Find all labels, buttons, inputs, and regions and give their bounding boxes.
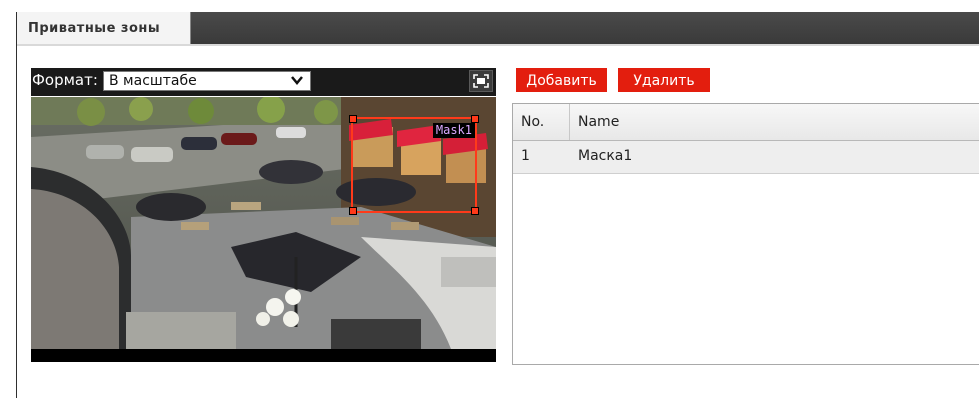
tab-bar: Приватные зоны: [17, 12, 979, 44]
tab-underline: [17, 44, 979, 46]
fullscreen-icon: [473, 74, 489, 88]
cell-no: 1: [521, 148, 530, 164]
mask-handle-bottom-right[interactable]: [471, 207, 479, 215]
mask-handle-top-left[interactable]: [349, 115, 357, 123]
fullscreen-button[interactable]: [469, 70, 493, 92]
column-header-no: No.: [521, 114, 545, 130]
mask-handle-bottom-left[interactable]: [349, 207, 357, 215]
camera-video-view[interactable]: Mask1: [31, 97, 496, 362]
column-separator: [569, 104, 570, 140]
video-toolbar: Формат: В масштабе: [31, 68, 496, 96]
mask-overlay-label: Mask1: [432, 123, 475, 138]
chevron-down-icon: [291, 76, 303, 85]
table-header: No. Name: [513, 104, 979, 141]
page-frame-border: [16, 12, 17, 398]
add-mask-button[interactable]: Добавить: [516, 68, 607, 92]
mask-handle-top-right[interactable]: [471, 115, 479, 123]
column-header-name: Name: [578, 114, 620, 130]
tab-private-zones[interactable]: Приватные зоны: [17, 12, 191, 44]
privacy-mask-region[interactable]: Mask1: [349, 115, 479, 215]
table-row[interactable]: 1 Маска1: [513, 141, 979, 174]
format-select[interactable]: В масштабе: [103, 71, 311, 91]
delete-mask-button[interactable]: Удалить: [618, 68, 710, 92]
format-select-value: В масштабе: [109, 73, 197, 89]
cell-name: Маска1: [578, 148, 633, 164]
format-label: Формат:: [32, 71, 98, 89]
mask-table: No. Name 1 Маска1: [512, 103, 979, 365]
